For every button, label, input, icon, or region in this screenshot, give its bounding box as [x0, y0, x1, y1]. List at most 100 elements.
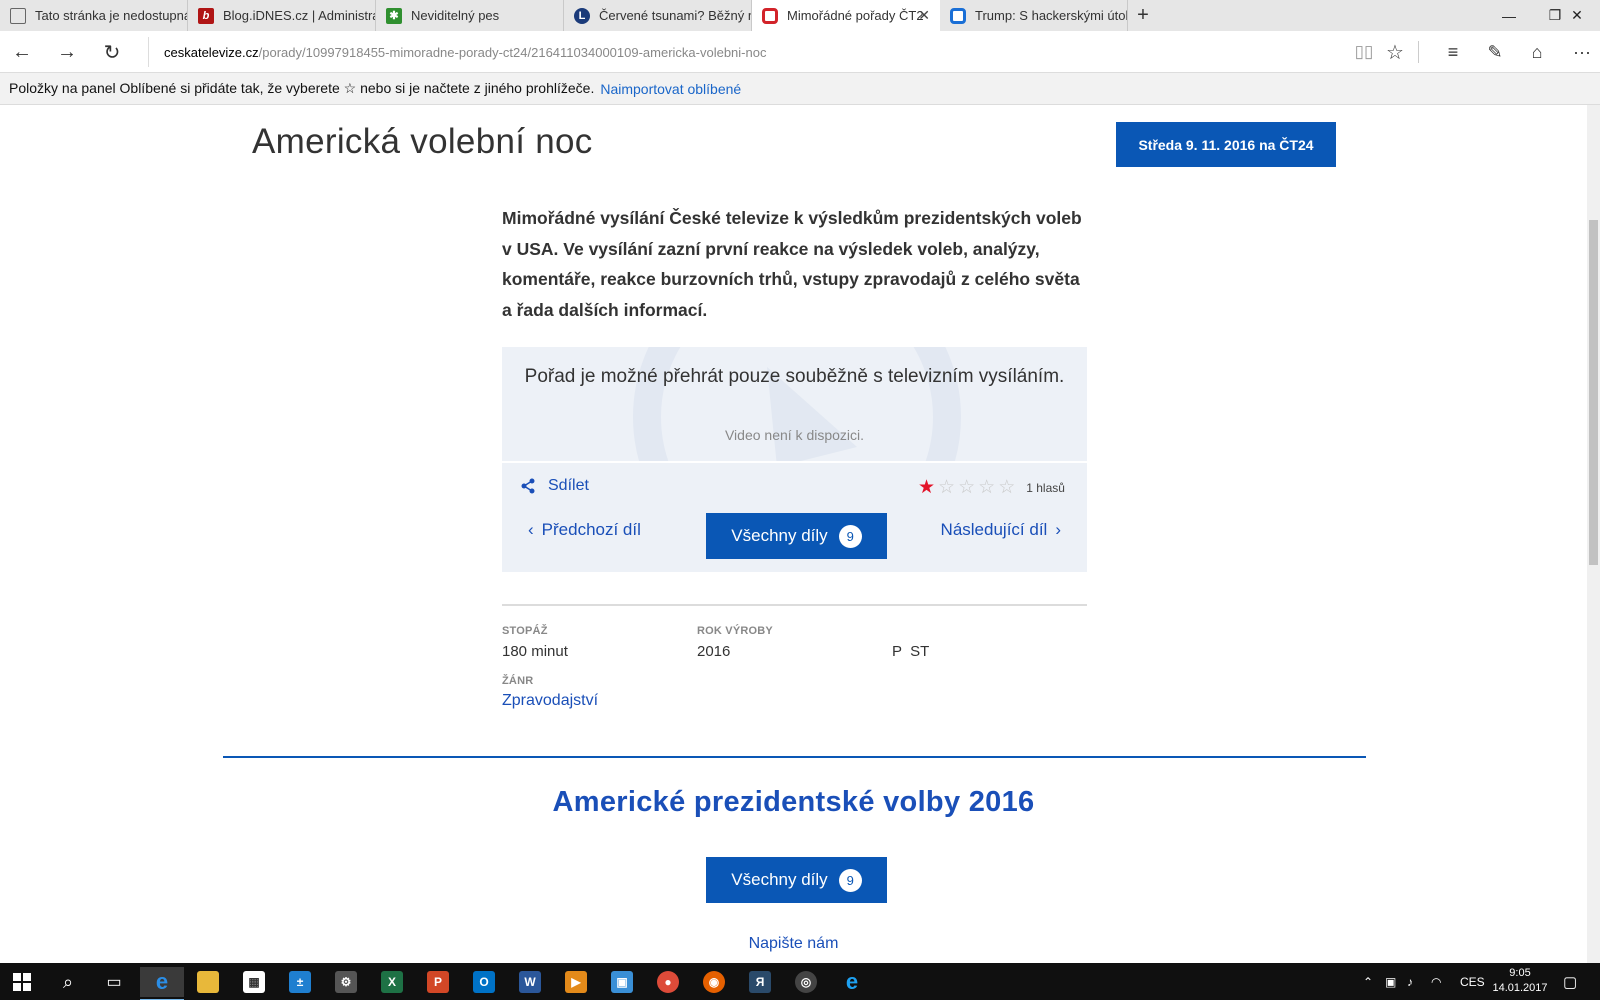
next-episode-label: Následující díl — [940, 520, 1048, 539]
scrollbar-thumb[interactable] — [1589, 220, 1598, 565]
calculator-icon[interactable]: ± — [278, 967, 322, 997]
minimize-button[interactable]: — — [1486, 0, 1532, 31]
clock[interactable]: 9:05 14.01.2017 — [1490, 966, 1550, 996]
back-arrow-icon[interactable]: ← — [6, 37, 38, 67]
tray-expand-icon[interactable]: ⌃ — [1363, 963, 1373, 1000]
next-episode-link[interactable]: Následující díl › — [941, 520, 1069, 540]
remote-desktop-icon[interactable]: ▣ — [600, 967, 644, 997]
wifi-icon[interactable]: ◠ — [1431, 963, 1441, 1000]
tab-title: Trump: S hackerskými útoky — [975, 8, 1127, 23]
page-title: Americká volební noc — [252, 122, 593, 161]
clock-date: 14.01.2017 — [1492, 982, 1548, 994]
all-episodes-label: Všechny díly — [731, 870, 828, 889]
genre-label: ŽÁNR — [502, 675, 534, 687]
network-tool-icon[interactable]: ⚙ — [324, 967, 368, 997]
tab-title: Neviditelný pes — [411, 8, 500, 23]
store-icon[interactable]: ▦ — [232, 967, 276, 997]
air-date-badge[interactable]: Středa 9. 11. 2016 na ČT24 — [1116, 122, 1336, 167]
media-player-icon[interactable]: ▶ — [554, 967, 598, 997]
hub-icon[interactable]: ≡ — [1437, 37, 1469, 67]
series-title[interactable]: Americké prezidentské volby 2016 — [0, 786, 1587, 819]
tray-app-icon[interactable]: ▣ — [1385, 963, 1396, 1000]
series-all-episodes-button[interactable]: Všechny díly 9 — [706, 857, 887, 903]
navigation-bar: ← → ↻ ceskatelevize.cz/porady/1099791845… — [0, 31, 1600, 73]
star-icon[interactable]: ☆ — [978, 478, 995, 498]
tab-title: Tato stránka je nedostupná. — [35, 8, 187, 23]
import-favorites-link[interactable]: Naimportovat oblíbené — [600, 81, 741, 97]
section-divider — [223, 756, 1366, 758]
genre-link[interactable]: Zpravodajství — [502, 692, 598, 710]
clock-time: 9:05 — [1509, 967, 1531, 979]
dog-icon: ✱ — [386, 7, 402, 24]
duration-value: 180 minut — [502, 643, 568, 660]
firefox-icon[interactable]: ◉ — [692, 967, 736, 997]
tab-mimoradne-porady[interactable]: Mimořádné pořady ČT2 ✕ — [752, 0, 940, 31]
star-icon[interactable]: ☆ — [998, 478, 1015, 498]
powerpoint-icon[interactable]: P — [416, 967, 460, 997]
rating-widget: ★ ☆ ☆ ☆ ☆ 1 hlasů — [918, 478, 1065, 498]
language-indicator[interactable]: CES — [1460, 963, 1485, 1000]
previous-episode-label: Předchozí díl — [541, 520, 641, 539]
chevron-left-icon: ‹ — [528, 520, 534, 539]
new-tab-button[interactable]: + — [1128, 0, 1158, 31]
video-player: Pořad je možné přehrát pouze souběžně s … — [502, 347, 1087, 572]
star-icon[interactable]: ☆ — [958, 478, 975, 498]
player-unavailable: Video není k dispozici. — [724, 427, 865, 443]
vertical-scrollbar[interactable] — [1587, 105, 1600, 963]
tab-unavailable-page[interactable]: Tato stránka je nedostupná. — [0, 0, 188, 31]
tab-idnes-blog[interactable]: b Blog.iDNES.cz | Administrac — [188, 0, 376, 31]
divider — [502, 604, 1087, 606]
tab-lidovky[interactable]: L Červené tsunami? Běžný me — [564, 0, 752, 31]
tab-neviditelny-pes[interactable]: ✱ Neviditelný pes — [376, 0, 564, 31]
episodes-count-badge: 9 — [838, 868, 862, 892]
favorite-star-icon[interactable]: ☆ — [1379, 37, 1411, 67]
share-icon — [521, 478, 535, 494]
all-episodes-button[interactable]: Všechny díly 9 — [706, 513, 887, 559]
share-button[interactable]: Sdílet — [520, 477, 589, 495]
excel-icon[interactable]: X — [370, 967, 414, 997]
camera-icon[interactable]: ◎ — [784, 967, 828, 997]
web-note-icon[interactable]: ✎ — [1479, 37, 1511, 67]
internet-explorer-icon[interactable]: e — [830, 967, 874, 997]
tab-title: Mimořádné pořady ČT2 — [787, 8, 924, 23]
player-screen: Pořad je možné přehrát pouze souběžně s … — [502, 347, 1087, 463]
notifications-icon[interactable]: ▢ — [1563, 963, 1577, 1000]
idnes-blog-icon: b — [198, 7, 214, 24]
toolbar-divider — [1418, 41, 1419, 63]
forward-arrow-icon[interactable]: → — [51, 37, 83, 67]
dictionary-icon[interactable]: Я — [738, 967, 782, 997]
file-explorer-icon[interactable] — [186, 967, 230, 997]
all-episodes-label: Všechny díly — [731, 526, 828, 545]
duration-label: STOPÁŽ — [502, 625, 548, 637]
page-viewport: Americká volební noc Středa 9. 11. 2016 … — [0, 105, 1587, 963]
ct24-icon — [950, 7, 966, 24]
url-host: ceskatelevize.cz — [164, 44, 259, 60]
address-bar[interactable]: ceskatelevize.cz/porady/10997918455-mimo… — [148, 37, 1313, 67]
windows-taskbar: ⌕ ▭ e ▦ ± ⚙ X P O W ▶ ▣ ● ◉ Я ◎ e ⌃ ▣ ♪ … — [0, 963, 1600, 1000]
share-icon[interactable]: ⌂ — [1521, 37, 1553, 67]
edge-icon[interactable]: e — [140, 967, 184, 1000]
url-path: /porady/10997918455-mimoradne-porady-ct2… — [258, 44, 767, 60]
volume-icon[interactable]: ♪ — [1407, 963, 1413, 1000]
task-view-icon[interactable]: ▭ — [92, 967, 136, 997]
previous-episode-link[interactable]: ‹ Předchozí díl — [520, 520, 641, 540]
tab-title: Blog.iDNES.cz | Administrac — [223, 8, 375, 23]
star-icon[interactable]: ★ — [918, 478, 935, 498]
outlook-icon[interactable]: O — [462, 967, 506, 997]
contact-link[interactable]: Napište nám — [0, 935, 1587, 953]
close-tab-icon[interactable]: ✕ — [918, 7, 930, 24]
page-icon — [10, 7, 26, 24]
star-icon[interactable]: ☆ — [938, 478, 955, 498]
close-window-button[interactable]: ✕ — [1554, 0, 1600, 31]
votes-count: 1 hlasů — [1026, 481, 1065, 495]
word-icon[interactable]: W — [508, 967, 552, 997]
chrome-icon[interactable]: ● — [646, 967, 690, 997]
lidovky-icon: L — [574, 7, 590, 24]
windows-start-icon[interactable] — [0, 967, 44, 997]
chevron-right-icon: › — [1055, 520, 1061, 539]
refresh-icon[interactable]: ↻ — [96, 37, 128, 67]
reading-view-icon[interactable]: ▯▯ — [1348, 37, 1380, 67]
search-icon[interactable]: ⌕ — [46, 967, 90, 997]
tab-trump[interactable]: Trump: S hackerskými útoky — [940, 0, 1128, 31]
more-icon[interactable]: ··· — [1566, 37, 1598, 67]
